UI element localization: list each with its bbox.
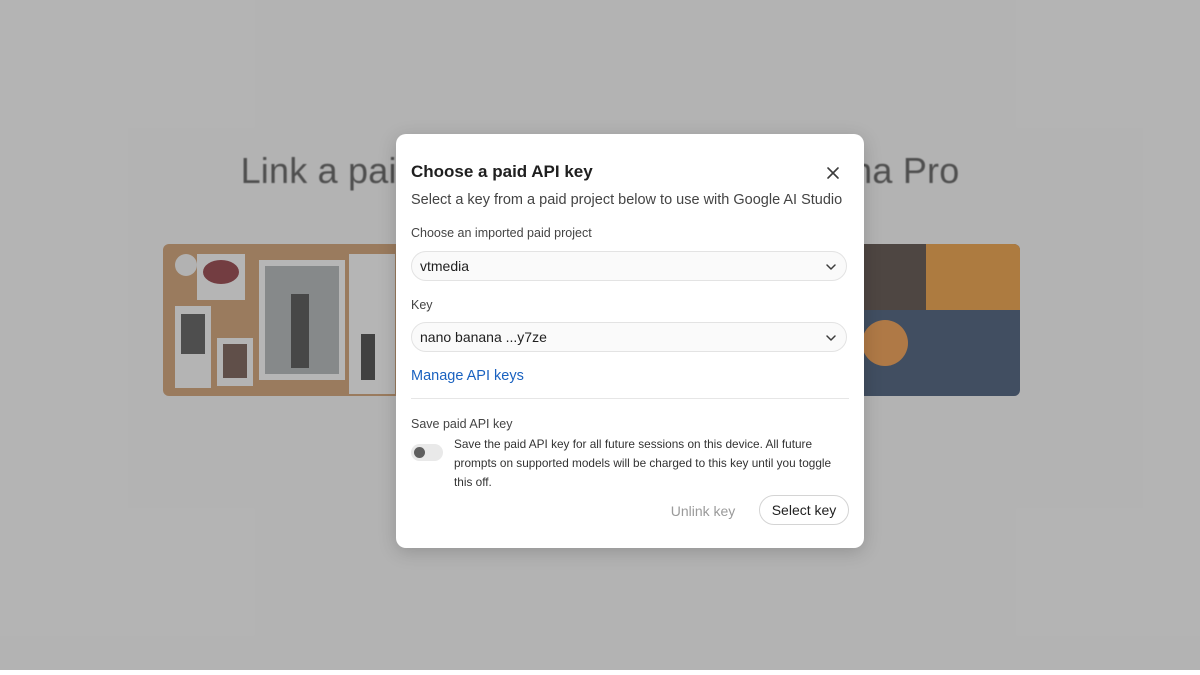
save-key-description: Save the paid API key for all future ses… [454,437,832,489]
dialog-subtitle: Select a key from a paid project below t… [411,192,843,208]
manage-api-keys-link[interactable]: Manage API keys [411,368,524,384]
chevron-down-icon [826,335,836,341]
key-select[interactable]: nano banana ...y7ze [411,322,847,352]
divider [411,398,849,399]
project-select-value: vtmedia [420,258,470,274]
bottom-strip [0,670,1200,675]
close-button[interactable] [821,161,845,185]
project-label: Choose an imported paid project [411,226,592,240]
key-select-value: nano banana ...y7ze [420,329,547,345]
dialog-title: Choose a paid API key [411,162,593,181]
chevron-down-icon [826,264,836,270]
unlink-key-button[interactable]: Unlink key [664,496,742,526]
select-key-button[interactable]: Select key [759,495,849,525]
project-select[interactable]: vtmedia [411,251,847,281]
close-icon [827,167,839,179]
save-key-toggle[interactable] [411,444,443,461]
choose-api-key-dialog: Choose a paid API key Select a key from … [396,134,864,548]
save-key-label: Save paid API key [411,417,513,431]
key-label: Key [411,298,433,312]
toggle-knob [414,447,425,458]
